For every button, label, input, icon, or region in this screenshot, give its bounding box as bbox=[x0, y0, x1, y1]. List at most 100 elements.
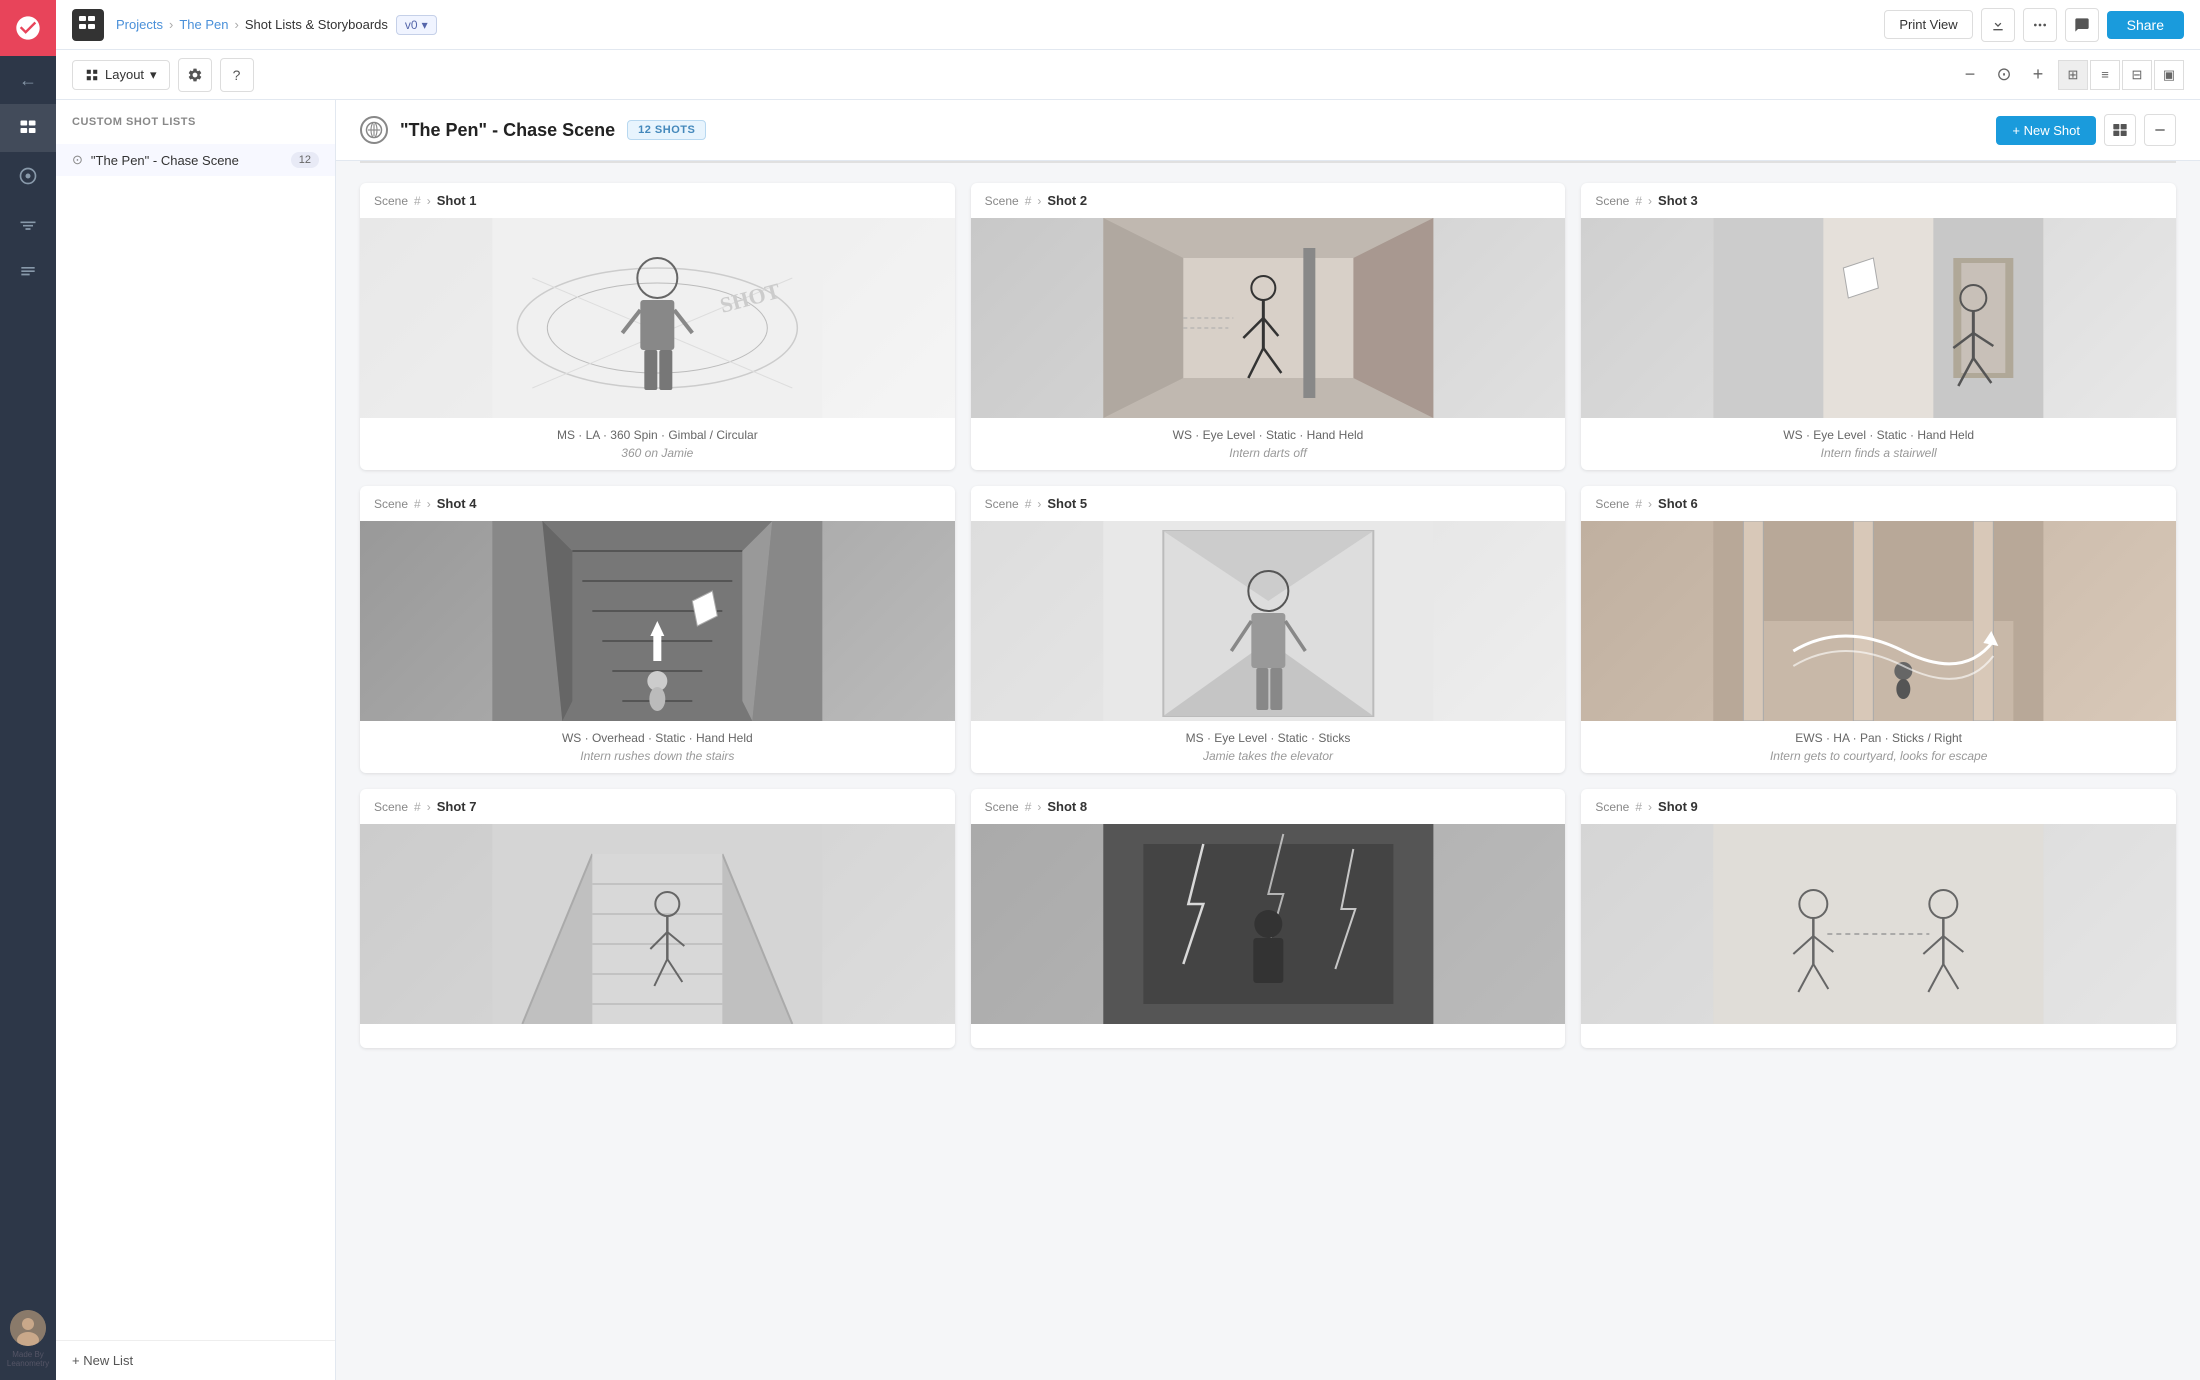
zoom-in-button[interactable]: + bbox=[2024, 61, 2052, 89]
shot-7-image bbox=[360, 824, 955, 1024]
shot-3-specs: WS · Eye Level · Static · Hand Held bbox=[1595, 428, 2162, 442]
share-button[interactable]: Share bbox=[2107, 11, 2184, 39]
shot-1-number: Shot 1 bbox=[437, 193, 477, 208]
shot-1-desc: 360 on Jamie bbox=[374, 446, 941, 460]
print-view-button[interactable]: Print View bbox=[1884, 10, 1972, 39]
content-area: CUSTOM SHOT LISTS ⊙ "The Pen" - Chase Sc… bbox=[56, 100, 2200, 1380]
shot-8-scene: Scene bbox=[985, 800, 1019, 814]
shot-list-item[interactable]: ⊙ "The Pen" - Chase Scene 12 bbox=[56, 144, 335, 176]
shot-5-number: Shot 5 bbox=[1047, 496, 1087, 511]
shot-4-specs: WS · Overhead · Static · Hand Held bbox=[374, 731, 941, 745]
shot-collapse-button[interactable] bbox=[2144, 114, 2176, 146]
shot-3-hash: # bbox=[1635, 194, 1642, 208]
zoom-fit-button[interactable]: ⊙ bbox=[1990, 61, 2018, 89]
shot-list-item-icon: ⊙ bbox=[72, 152, 83, 168]
shot-2-footer: WS · Eye Level · Static · Hand Held Inte… bbox=[971, 418, 1566, 470]
view-large-button[interactable]: ⊟ bbox=[2122, 60, 2152, 90]
layout-button[interactable]: Layout ▾ bbox=[72, 60, 170, 90]
shot-5-desc: Jamie takes the elevator bbox=[985, 749, 1552, 763]
shot-4-hash: # bbox=[414, 497, 421, 511]
new-list-button[interactable]: + New List bbox=[72, 1353, 133, 1368]
shot-8-hash: # bbox=[1025, 800, 1032, 814]
shot-card-9: Scene # › Shot 9 bbox=[1581, 789, 2176, 1048]
shot-8-number: Shot 8 bbox=[1047, 799, 1087, 814]
shot-7-number: Shot 7 bbox=[437, 799, 477, 814]
breadcrumb-projects[interactable]: Projects bbox=[116, 17, 163, 32]
comments-button[interactable] bbox=[2065, 8, 2099, 42]
shot-9-arrow: › bbox=[1648, 800, 1652, 814]
shot-card-6: Scene # › Shot 6 bbox=[1581, 486, 2176, 773]
avatar[interactable] bbox=[10, 1310, 46, 1346]
help-button[interactable]: ? bbox=[220, 58, 254, 92]
more-options-button[interactable] bbox=[2023, 8, 2057, 42]
top-bar-right: Print View Share bbox=[1884, 8, 2184, 42]
shot-1-scene: Scene bbox=[374, 194, 408, 208]
shot-4-desc: Intern rushes down the stairs bbox=[374, 749, 941, 763]
view-film-button[interactable]: ▣ bbox=[2154, 60, 2184, 90]
shot-9-footer bbox=[1581, 1024, 2176, 1048]
view-list-button[interactable]: ≡ bbox=[2090, 60, 2120, 90]
shot-5-arrow: › bbox=[1037, 497, 1041, 511]
new-shot-button[interactable]: + New Shot bbox=[1996, 116, 2096, 145]
sidebar-back-icon[interactable]: ← bbox=[0, 56, 56, 104]
shot-4-arrow: › bbox=[427, 497, 431, 511]
shot-6-specs: EWS · HA · Pan · Sticks / Right bbox=[1595, 731, 2162, 745]
shot-list-item-count: 12 bbox=[291, 152, 319, 168]
shot-3-arrow: › bbox=[1648, 194, 1652, 208]
shot-card-header-9: Scene # › Shot 9 bbox=[1581, 789, 2176, 824]
shot-6-number: Shot 6 bbox=[1658, 496, 1698, 511]
shot-2-scene: Scene bbox=[985, 194, 1019, 208]
view-buttons: ⊞ ≡ ⊟ ▣ bbox=[2058, 60, 2184, 90]
sidebar-book-icon[interactable] bbox=[0, 248, 56, 296]
shot-5-image bbox=[971, 521, 1566, 721]
made-by-label: Made By Leanometry bbox=[0, 1350, 56, 1368]
sidebar-scene-icon[interactable] bbox=[0, 152, 56, 200]
shot-2-image bbox=[971, 218, 1566, 418]
shot-4-footer: WS · Overhead · Static · Hand Held Inter… bbox=[360, 721, 955, 773]
shot-5-footer: MS · Eye Level · Static · Sticks Jamie t… bbox=[971, 721, 1566, 773]
shot-4-image bbox=[360, 521, 955, 721]
shot-3-scene: Scene bbox=[1595, 194, 1629, 208]
shot-card-3: Scene # › Shot 3 bbox=[1581, 183, 2176, 470]
shot-9-image bbox=[1581, 824, 2176, 1024]
shot-2-hash: # bbox=[1025, 194, 1032, 208]
shot-3-desc: Intern finds a stairwell bbox=[1595, 446, 2162, 460]
shot-6-hash: # bbox=[1635, 497, 1642, 511]
shot-9-scene: Scene bbox=[1595, 800, 1629, 814]
shot-5-specs: MS · Eye Level · Static · Sticks bbox=[985, 731, 1552, 745]
shot-4-scene: Scene bbox=[374, 497, 408, 511]
shot-5-hash: # bbox=[1025, 497, 1032, 511]
shots-badge: 12 SHOTS bbox=[627, 120, 706, 140]
shot-card-header-4: Scene # › Shot 4 bbox=[360, 486, 955, 521]
shot-card-2: Scene # › Shot 2 bbox=[971, 183, 1566, 470]
shot-view-toggle[interactable] bbox=[2104, 114, 2136, 146]
breadcrumb-sep1: › bbox=[169, 17, 173, 32]
shot-card-header-8: Scene # › Shot 8 bbox=[971, 789, 1566, 824]
settings-button[interactable] bbox=[178, 58, 212, 92]
shot-grid: Scene # › Shot 1 bbox=[336, 163, 2200, 1068]
shot-1-specs: MS · LA · 360 Spin · Gimbal / Circular bbox=[374, 428, 941, 442]
layout-label: Layout bbox=[105, 67, 144, 82]
storyboard-area: "The Pen" - Chase Scene 12 SHOTS + New S… bbox=[336, 100, 2200, 1380]
shot-5-scene: Scene bbox=[985, 497, 1019, 511]
shot-6-image bbox=[1581, 521, 2176, 721]
shot-card-header-7: Scene # › Shot 7 bbox=[360, 789, 955, 824]
left-sidebar: ← Made By Leanometry bbox=[0, 0, 56, 1380]
shot-8-footer bbox=[971, 1024, 1566, 1048]
version-badge[interactable]: v0 ▾ bbox=[396, 15, 437, 35]
main-content: Projects › The Pen › Shot Lists & Storyb… bbox=[56, 0, 2200, 1380]
shot-9-hash: # bbox=[1635, 800, 1642, 814]
scene-icon bbox=[360, 116, 388, 144]
shot-sidebar-header: CUSTOM SHOT LISTS bbox=[56, 100, 335, 144]
sidebar-storyboard-icon[interactable] bbox=[0, 104, 56, 152]
breadcrumb-the-pen[interactable]: The Pen bbox=[179, 17, 228, 32]
shot-card-7: Scene # › Shot 7 bbox=[360, 789, 955, 1048]
toolbar: Layout ▾ ? − ⊙ + ⊞ ≡ ⊟ ▣ bbox=[56, 50, 2200, 100]
zoom-out-button[interactable]: − bbox=[1956, 61, 1984, 89]
shot-card-header-3: Scene # › Shot 3 bbox=[1581, 183, 2176, 218]
sidebar-filter-icon[interactable] bbox=[0, 200, 56, 248]
download-button[interactable] bbox=[1981, 8, 2015, 42]
view-grid-button[interactable]: ⊞ bbox=[2058, 60, 2088, 90]
app-logo[interactable] bbox=[0, 0, 56, 56]
shot-card-header-1: Scene # › Shot 1 bbox=[360, 183, 955, 218]
